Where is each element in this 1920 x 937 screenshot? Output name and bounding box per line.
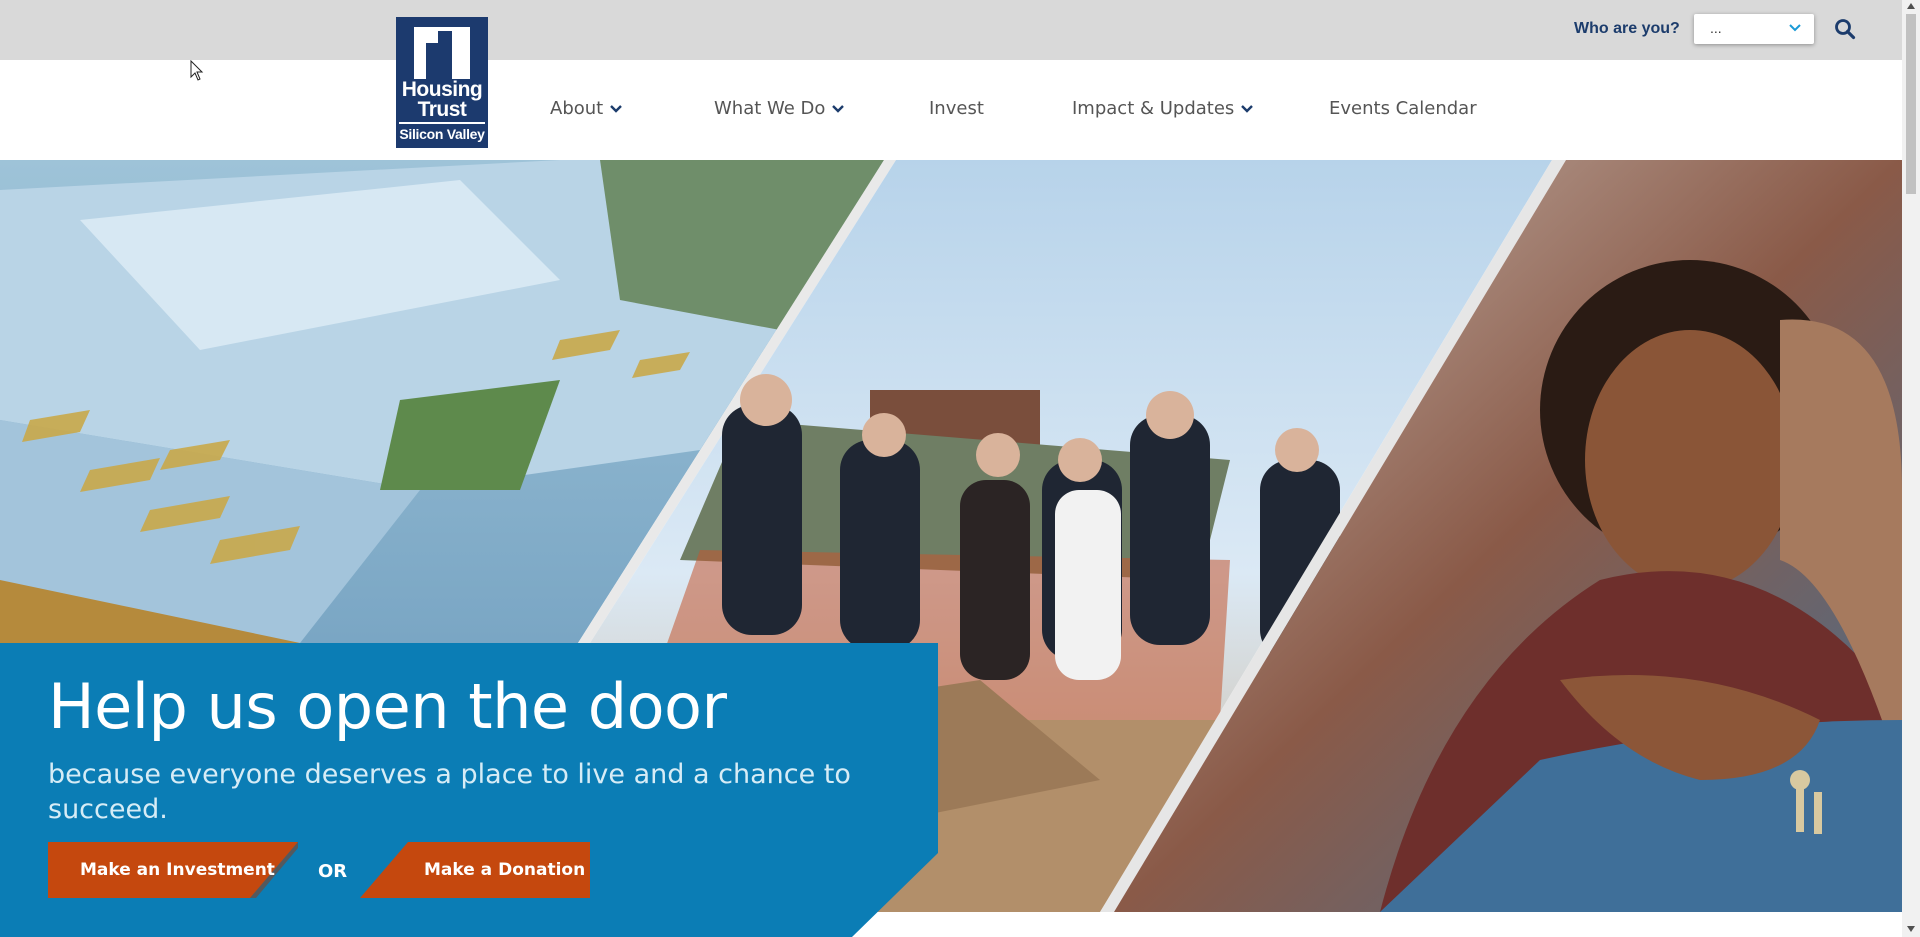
- hero-headline: Help us open the door: [48, 670, 727, 743]
- scroll-down-arrow-icon[interactable]: [1907, 926, 1915, 932]
- logo-line3: Silicon Valley: [399, 126, 485, 142]
- chevron-down-icon: [1789, 24, 1801, 32]
- utility-bar: Who are you? ...: [0, 0, 1902, 60]
- make-donation-label: Make a Donation: [424, 860, 586, 880]
- make-investment-label: Make an Investment: [80, 860, 275, 880]
- nav-item-label: What We Do: [714, 98, 826, 119]
- chevron-down-icon: [1241, 105, 1254, 113]
- who-are-you-select[interactable]: ...: [1694, 14, 1814, 44]
- or-separator: OR: [318, 861, 348, 882]
- search-icon[interactable]: [1834, 18, 1856, 40]
- nav-item-invest[interactable]: Invest: [929, 98, 984, 119]
- nav-item-label: Events Calendar: [1329, 98, 1477, 119]
- nav-item-label: Impact & Updates: [1072, 98, 1235, 119]
- scroll-up-arrow-icon[interactable]: [1907, 3, 1915, 9]
- page-scrollbar[interactable]: [1902, 0, 1920, 937]
- hero-subhead: because everyone deserves a place to liv…: [48, 759, 851, 825]
- nav-item-label: Invest: [929, 98, 984, 119]
- hero-banner: Help us open the door because everyone d…: [0, 160, 1902, 937]
- logo-line1: Housing: [401, 78, 483, 101]
- nav-item-what-we-do[interactable]: What We Do: [714, 98, 845, 119]
- nav-item-label: About: [550, 98, 604, 119]
- chevron-down-icon: [832, 105, 845, 113]
- make-investment-button[interactable]: Make an Investment: [48, 842, 298, 898]
- housing-trust-logo[interactable]: Housing Trust Silicon Valley: [396, 17, 488, 148]
- nav-item-about[interactable]: About: [550, 98, 623, 119]
- chevron-down-icon: [610, 105, 623, 113]
- who-are-you-label: Who are you?: [1574, 20, 1680, 37]
- logo-divider: [399, 122, 485, 124]
- logo-line2: Trust: [417, 98, 467, 121]
- nav-item-impact-updates[interactable]: Impact & Updates: [1072, 98, 1254, 119]
- mouse-cursor-icon: [190, 60, 204, 81]
- make-donation-button[interactable]: Make a Donation: [360, 842, 590, 898]
- who-select-value: ...: [1710, 20, 1722, 36]
- nav-item-events-calendar[interactable]: Events Calendar: [1329, 98, 1477, 119]
- scroll-thumb[interactable]: [1906, 14, 1916, 194]
